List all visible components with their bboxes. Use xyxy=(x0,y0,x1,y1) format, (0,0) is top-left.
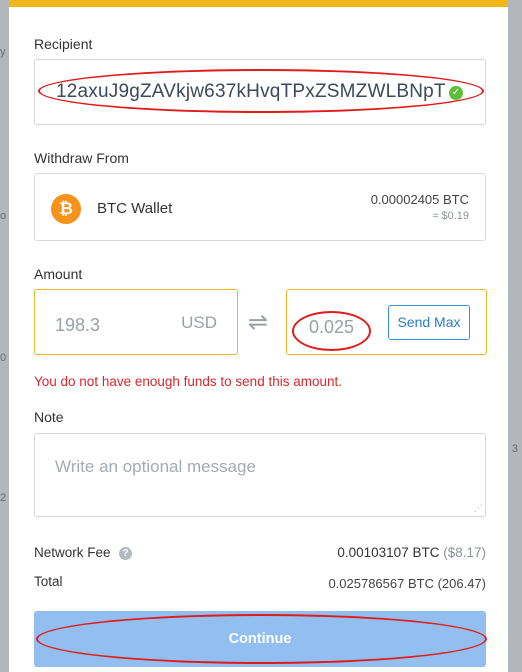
background-text-fragment: 2 xyxy=(0,492,7,504)
resize-grip-icon[interactable]: ⋰ xyxy=(474,503,483,514)
network-fee-label: Network Fee xyxy=(34,545,111,560)
usd-amount-field[interactable]: 198.3 USD xyxy=(34,289,238,355)
note-label: Note xyxy=(34,409,64,425)
wallet-name: BTC Wallet xyxy=(97,200,173,217)
background-text-fragment: 3 xyxy=(511,443,518,455)
total-value: 0.025786567 BTC (206.47) xyxy=(328,576,486,591)
recipient-label: Recipient xyxy=(34,36,93,52)
network-fee-value: 0.00103107 BTC ($8.17) xyxy=(337,545,486,560)
help-icon[interactable]: ? xyxy=(119,547,132,560)
btc-amount-field[interactable]: 0.025 Send Max xyxy=(286,289,487,355)
note-placeholder: Write an optional message xyxy=(55,457,256,476)
note-textarea[interactable]: Write an optional message ⋰ xyxy=(34,433,486,517)
background-page-left xyxy=(0,0,9,672)
wallet-balance-fiat: ≈ $0.19 xyxy=(432,210,469,222)
btc-amount-value[interactable]: 0.025 xyxy=(309,317,354,338)
usd-unit-label: USD xyxy=(181,313,217,332)
withdraw-from-label: Withdraw From xyxy=(34,150,129,166)
background-page-right xyxy=(508,0,522,672)
send-modal: Recipient 12axuJ9gZAVkjw637kHvqTPxZSMZWL… xyxy=(9,0,508,672)
usd-amount-value[interactable]: 198.3 xyxy=(55,315,100,336)
amount-label: Amount xyxy=(34,266,83,282)
wallet-balance: 0.00002405 BTC xyxy=(370,192,469,207)
total-label: Total xyxy=(34,574,63,589)
wallet-selector[interactable]: ₿ BTC Wallet 0.00002405 BTC ≈ $0.19 xyxy=(34,173,486,241)
network-fee-fiat: ($8.17) xyxy=(443,545,486,560)
insufficient-funds-error: You do not have enough funds to send thi… xyxy=(34,374,342,389)
continue-button[interactable]: Continue xyxy=(34,611,486,667)
swap-arrows-icon[interactable]: ⇌ xyxy=(248,311,268,335)
network-fee-btc: 0.00103107 BTC xyxy=(337,545,440,560)
bitcoin-icon: ₿ xyxy=(51,194,81,224)
check-circle-icon: ✓ xyxy=(449,86,463,100)
send-max-button[interactable]: Send Max xyxy=(388,305,470,340)
background-text-fragment: 0 xyxy=(0,352,7,364)
recipient-address[interactable]: 12axuJ9gZAVkjw637kHvqTPxZSMZWLBNpT xyxy=(56,81,446,103)
background-text-fragment: o xyxy=(0,210,7,222)
background-text-fragment: y xyxy=(0,46,6,58)
recipient-field[interactable]: 12axuJ9gZAVkjw637kHvqTPxZSMZWLBNpT ✓ xyxy=(34,59,486,125)
